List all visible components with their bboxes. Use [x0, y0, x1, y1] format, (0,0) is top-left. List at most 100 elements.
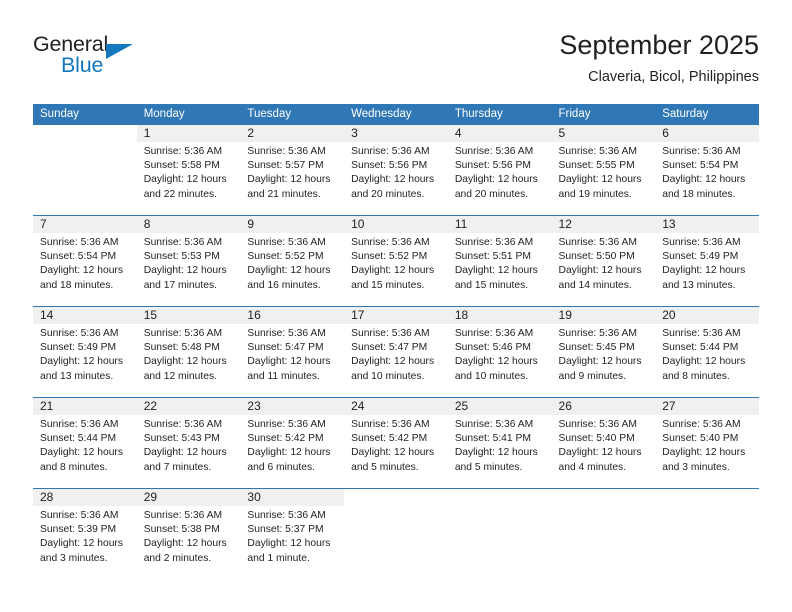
sunrise-text: Sunrise: 5:36 AM	[40, 419, 119, 430]
sunset-text: Sunset: 5:47 PM	[247, 342, 324, 354]
calendar-day-cell[interactable]: 17 Sunrise: 5:36 AM Sunset: 5:47 PM Dayligh…	[344, 306, 448, 398]
sunset-text: Sunset: 5:54 PM	[662, 160, 739, 172]
daylight-text-line1: Daylight: 12 hours	[247, 174, 331, 186]
sunrise-text: Sunrise: 5:36 AM	[247, 419, 326, 430]
day-cell-inner: 9 Sunrise: 5:36 AM Sunset: 5:52 PM Daylight…	[240, 216, 345, 306]
calendar-day-cell[interactable]: 23 Sunrise: 5:36 AM Sunset: 5:42 PM Dayligh…	[240, 397, 345, 489]
sunrise-text: Sunrise: 5:36 AM	[40, 237, 119, 248]
calendar-day-cell[interactable]: 28 Sunrise: 5:36 AM Sunset: 5:39 PM Dayligh…	[33, 488, 137, 579]
sunrise-text: Sunrise: 5:36 AM	[558, 237, 637, 248]
sunrise-text: Sunrise: 5:36 AM	[662, 146, 741, 157]
day-number: 8	[136, 216, 241, 233]
calendar-day-cell[interactable]: 2 Sunrise: 5:36 AM Sunset: 5:57 PM Daylight…	[240, 125, 345, 216]
calendar-day-cell[interactable]: 13 Sunrise: 5:36 AM Sunset: 5:49 PM Dayligh…	[655, 215, 759, 307]
general-blue-logo[interactable]: General Blue	[33, 32, 163, 84]
day-details: Sunrise: 5:36 AM Sunset: 5:43 PM Daylight:…	[137, 415, 241, 475]
sunset-text: Sunset: 5:58 PM	[143, 160, 220, 172]
page-title: September 2025	[559, 30, 759, 60]
day-number: 26	[551, 398, 656, 415]
day-number: 7	[33, 216, 137, 233]
calendar-day-cell[interactable]: 12 Sunrise: 5:36 AM Sunset: 5:50 PM Dayligh…	[551, 215, 656, 307]
daylight-text-line2: and 8 minutes.	[662, 370, 730, 382]
day-details	[655, 506, 759, 509]
calendar-day-cell[interactable]: 15 Sunrise: 5:36 AM Sunset: 5:48 PM Dayligh…	[136, 306, 241, 398]
calendar-day-cell[interactable]: 30 Sunrise: 5:36 AM Sunset: 5:37 PM Dayligh…	[240, 488, 345, 579]
day-number: 16	[240, 307, 345, 324]
day-number: 4	[447, 125, 552, 142]
weekday-header-thursday: Thursday	[447, 104, 552, 125]
sunset-text: Sunset: 5:49 PM	[662, 251, 739, 263]
sunset-text: Sunset: 5:47 PM	[351, 342, 428, 354]
daylight-text-line1: Daylight: 12 hours	[454, 174, 538, 186]
weekday-header-friday: Friday	[551, 104, 656, 125]
calendar-day-cell[interactable]: 1 Sunrise: 5:36 AM Sunset: 5:58 PM Daylight…	[136, 125, 241, 216]
day-number: 18	[447, 307, 552, 324]
day-details: Sunrise: 5:36 AM Sunset: 5:48 PM Daylight:…	[137, 324, 241, 384]
sunset-text: Sunset: 5:57 PM	[247, 160, 324, 172]
calendar-day-cell[interactable]: 22 Sunrise: 5:36 AM Sunset: 5:43 PM Dayligh…	[136, 397, 241, 489]
day-details	[33, 142, 137, 145]
daylight-text-line1: Daylight: 12 hours	[40, 265, 123, 277]
calendar-day-cell[interactable]: 9 Sunrise: 5:36 AM Sunset: 5:52 PM Daylight…	[240, 215, 345, 307]
sunset-text: Sunset: 5:48 PM	[143, 342, 220, 354]
calendar-day-cell[interactable]: 20 Sunrise: 5:36 AM Sunset: 5:44 PM Dayligh…	[655, 306, 759, 398]
sunrise-text: Sunrise: 5:36 AM	[454, 419, 534, 430]
day-details: Sunrise: 5:36 AM Sunset: 5:44 PM Daylight:…	[33, 415, 137, 475]
calendar-day-cell[interactable]: 21 Sunrise: 5:36 AM Sunset: 5:44 PM Dayligh…	[33, 397, 137, 489]
day-cell-inner: 2 Sunrise: 5:36 AM Sunset: 5:57 PM Daylight…	[240, 125, 345, 215]
calendar-day-cell[interactable]: 10 Sunrise: 5:36 AM Sunset: 5:52 PM Dayligh…	[344, 215, 448, 307]
calendar-day-cell[interactable]: 7 Sunrise: 5:36 AM Sunset: 5:54 PM Daylight…	[33, 215, 137, 307]
day-details: Sunrise: 5:36 AM Sunset: 5:49 PM Daylight:…	[655, 233, 759, 293]
daylight-text-line1: Daylight: 12 hours	[143, 174, 227, 186]
day-details: Sunrise: 5:36 AM Sunset: 5:52 PM Daylight:…	[240, 233, 344, 293]
calendar-day-cell[interactable]: 14 Sunrise: 5:36 AM Sunset: 5:49 PM Dayligh…	[33, 306, 137, 398]
calendar-day-cell[interactable]: 18 Sunrise: 5:36 AM Sunset: 5:46 PM Dayligh…	[447, 306, 552, 398]
weekday-header-saturday: Saturday	[655, 104, 759, 125]
day-cell-inner: 28 Sunrise: 5:36 AM Sunset: 5:39 PM Dayligh…	[33, 489, 137, 579]
sunset-text: Sunset: 5:55 PM	[558, 160, 635, 172]
calendar-day-cell[interactable]: 29 Sunrise: 5:36 AM Sunset: 5:38 PM Dayligh…	[136, 488, 241, 579]
sunrise-text: Sunrise: 5:36 AM	[247, 146, 326, 157]
calendar-day-cell[interactable]: 25 Sunrise: 5:36 AM Sunset: 5:41 PM Dayligh…	[447, 397, 552, 489]
day-cell-inner: 12 Sunrise: 5:36 AM Sunset: 5:50 PM Dayligh…	[551, 216, 656, 306]
day-cell-inner	[344, 489, 448, 579]
calendar-day-cell[interactable]: 8 Sunrise: 5:36 AM Sunset: 5:53 PM Daylight…	[136, 215, 241, 307]
day-number: 13	[655, 216, 759, 233]
day-cell-inner: 22 Sunrise: 5:36 AM Sunset: 5:43 PM Dayligh…	[136, 398, 241, 488]
calendar-day-cell[interactable]: 4 Sunrise: 5:36 AM Sunset: 5:56 PM Daylight…	[447, 125, 552, 216]
sunset-text: Sunset: 5:38 PM	[143, 524, 220, 536]
sunset-text: Sunset: 5:51 PM	[454, 251, 531, 263]
sunset-text: Sunset: 5:50 PM	[558, 251, 635, 263]
day-details	[344, 506, 448, 509]
day-details	[448, 506, 552, 509]
day-number	[655, 489, 759, 506]
day-details: Sunrise: 5:36 AM Sunset: 5:50 PM Daylight:…	[552, 233, 656, 293]
calendar-day-cell[interactable]: 26 Sunrise: 5:36 AM Sunset: 5:40 PM Dayligh…	[551, 397, 656, 489]
day-cell-inner	[448, 489, 552, 579]
day-number: 25	[447, 398, 552, 415]
calendar-day-cell[interactable]: 3 Sunrise: 5:36 AM Sunset: 5:56 PM Daylight…	[344, 125, 448, 216]
calendar-day-cell[interactable]: 11 Sunrise: 5:36 AM Sunset: 5:51 PM Dayligh…	[447, 215, 552, 307]
day-cell-inner: 3 Sunrise: 5:36 AM Sunset: 5:56 PM Daylight…	[344, 125, 448, 215]
calendar-day-cell[interactable]: 19 Sunrise: 5:36 AM Sunset: 5:45 PM Dayligh…	[551, 306, 656, 398]
calendar-day-cell[interactable]: 6 Sunrise: 5:36 AM Sunset: 5:54 PM Daylight…	[655, 125, 759, 216]
day-number: 3	[344, 125, 448, 142]
calendar-week-row: 28 Sunrise: 5:36 AM Sunset: 5:39 PM Dayligh…	[33, 488, 759, 579]
calendar-day-cell[interactable]: 24 Sunrise: 5:36 AM Sunset: 5:42 PM Dayligh…	[344, 397, 448, 489]
daylight-text-line1: Daylight: 12 hours	[351, 174, 435, 186]
daylight-text-line1: Daylight: 12 hours	[351, 265, 435, 277]
daylight-text-line2: and 12 minutes.	[143, 370, 217, 382]
sunrise-text: Sunrise: 5:36 AM	[143, 237, 223, 248]
day-number: 30	[240, 489, 345, 506]
daylight-text-line1: Daylight: 12 hours	[143, 538, 227, 550]
day-cell-inner: 26 Sunrise: 5:36 AM Sunset: 5:40 PM Dayligh…	[551, 398, 656, 488]
calendar-day-cell[interactable]: 5 Sunrise: 5:36 AM Sunset: 5:55 PM Daylight…	[551, 125, 656, 216]
day-details: Sunrise: 5:36 AM Sunset: 5:46 PM Daylight:…	[448, 324, 552, 384]
calendar-day-cell[interactable]: 27 Sunrise: 5:36 AM Sunset: 5:40 PM Dayligh…	[655, 397, 759, 489]
daylight-text-line2: and 9 minutes.	[558, 370, 627, 382]
daylight-text-line2: and 18 minutes.	[40, 279, 114, 291]
day-number: 22	[136, 398, 241, 415]
daylight-text-line1: Daylight: 12 hours	[247, 447, 331, 459]
calendar-week-row: 21 Sunrise: 5:36 AM Sunset: 5:44 PM Dayligh…	[33, 397, 759, 489]
calendar-day-cell[interactable]: 16 Sunrise: 5:36 AM Sunset: 5:47 PM Dayligh…	[240, 306, 345, 398]
